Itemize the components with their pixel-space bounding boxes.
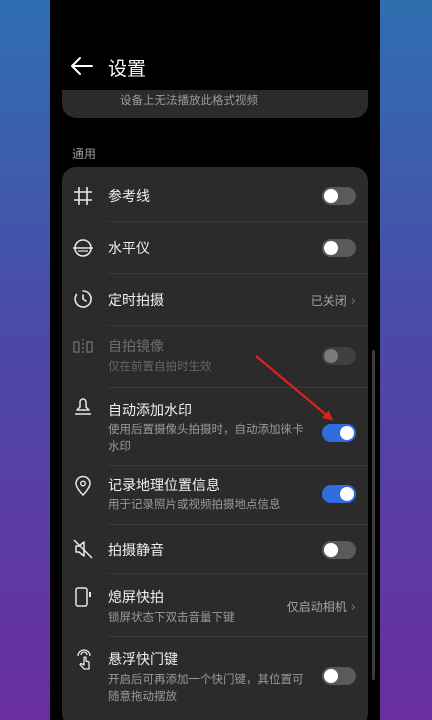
setting-label: 记录地理位置信息 — [108, 478, 220, 494]
setting-mute[interactable]: 拍摄静音 — [62, 525, 368, 574]
setting-level[interactable]: 水平仪 — [62, 222, 368, 274]
setting-label: 熄屏快拍 — [108, 590, 164, 606]
scrollbar[interactable] — [372, 350, 375, 680]
stamp-icon — [75, 398, 91, 415]
setting-description: 使用后置摄像头拍摄时，自动添加徕卡水印 — [108, 422, 304, 453]
chevron-right-icon: › — [350, 600, 356, 615]
timer-value[interactable]: 已关闭 › — [311, 292, 356, 309]
settings-card: 参考线 水平仪 定时拍摄 已关闭 › 自拍镜像 仅在前置自拍时生效 自动添加水印… — [62, 167, 368, 720]
setting-description: 设备上无法播放此格式视频 — [120, 93, 258, 107]
setting-description: 开启后可再添加一个快门键，其位置可随意拖动摆放 — [108, 672, 304, 703]
setting-description: 仅在前置自拍时生效 — [108, 359, 212, 373]
page-title: 设置 — [108, 58, 147, 80]
setting-label: 参考线 — [108, 189, 150, 205]
phone-side-button-icon — [75, 587, 91, 607]
location-toggle[interactable] — [322, 485, 356, 503]
section-header-general: 通用 — [72, 147, 97, 161]
quick-snap-value-text: 仅启动相机 — [286, 600, 347, 614]
mute-toggle[interactable] — [322, 541, 356, 559]
setting-timer[interactable]: 定时拍摄 已关闭 › — [62, 274, 368, 326]
previous-setting-card: 设备上无法播放此格式视频 — [62, 90, 368, 118]
gridline-toggle[interactable] — [322, 187, 356, 205]
setting-floating-shutter[interactable]: 悬浮快门键 开启后可再添加一个快门键，其位置可随意拖动摆放 — [62, 637, 368, 717]
level-icon — [73, 239, 93, 257]
setting-description: 用于记录照片或视频拍摄地点信息 — [108, 497, 281, 511]
floating-shutter-toggle[interactable] — [322, 667, 356, 685]
level-toggle[interactable] — [322, 239, 356, 257]
setting-description: 锁屏状态下双击音量下键 — [108, 610, 235, 624]
chevron-right-icon: › — [350, 294, 356, 309]
setting-label: 悬浮快门键 — [108, 652, 178, 668]
setting-gridline[interactable]: 参考线 — [62, 167, 368, 222]
grid-icon — [74, 187, 92, 205]
setting-label: 拍摄静音 — [108, 543, 164, 559]
setting-watermark[interactable]: 自动添加水印 使用后置摄像头拍摄时，自动添加徕卡水印 — [62, 388, 368, 466]
phone-screen: 设置 设备上无法播放此格式视频 通用 参考线 水平仪 定时拍摄 已关闭 › 自拍… — [50, 0, 380, 720]
setting-location[interactable]: 记录地理位置信息 用于记录照片或视频拍摄地点信息 — [62, 466, 368, 525]
setting-label: 自动添加水印 — [108, 403, 192, 419]
setting-selfie-mirror: 自拍镜像 仅在前置自拍时生效 — [62, 326, 368, 388]
speaker-mute-icon — [73, 539, 93, 559]
quick-snap-value[interactable]: 仅启动相机 › — [287, 598, 356, 615]
location-pin-icon — [75, 475, 91, 497]
app-bar: 设置 — [50, 46, 380, 86]
arrow-left-icon[interactable] — [70, 56, 94, 76]
selfie-mirror-toggle — [322, 347, 356, 365]
timer-value-text: 已关闭 — [310, 294, 347, 308]
watermark-toggle[interactable] — [322, 424, 356, 442]
timer-icon — [74, 290, 92, 308]
mirror-icon — [73, 339, 93, 355]
setting-quick-snap[interactable]: 熄屏快拍 锁屏状态下双击音量下键 仅启动相机 › — [62, 574, 368, 637]
touch-finger-icon — [77, 649, 91, 670]
setting-label: 定时拍摄 — [108, 293, 164, 309]
setting-label: 自拍镜像 — [108, 339, 164, 355]
setting-label: 水平仪 — [108, 241, 150, 257]
